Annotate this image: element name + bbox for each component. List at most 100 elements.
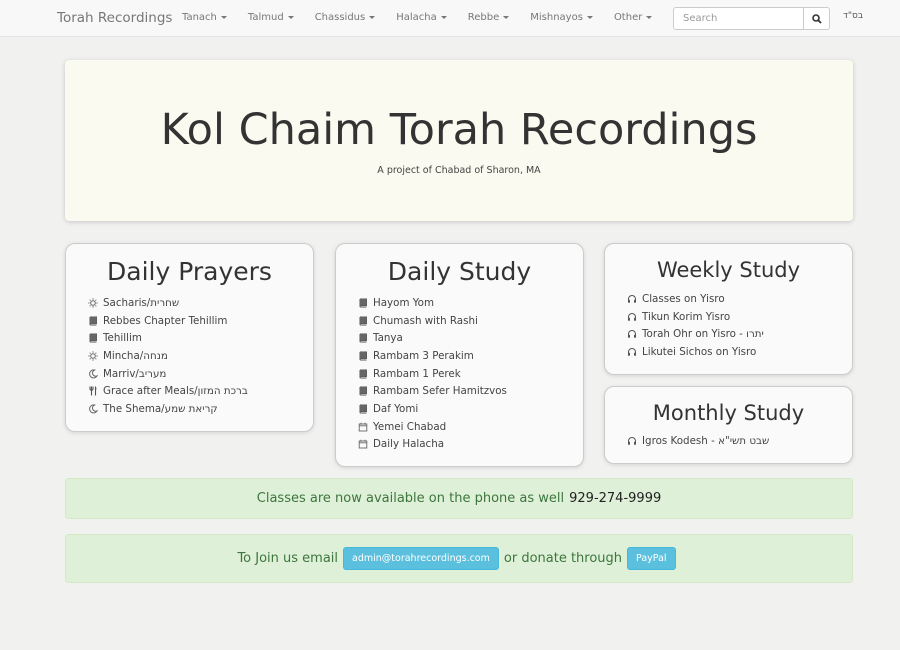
caret-down-icon (503, 15, 510, 19)
list-item-label: Rambam Sefer Hamitzvos (373, 385, 507, 398)
nav-item-label: Rebbe (467, 12, 500, 23)
list-item[interactable]: Marriv/מעריב (88, 365, 248, 383)
book-icon (88, 316, 98, 326)
search-button[interactable] (803, 7, 830, 30)
list-item[interactable]: Rambam 3 Perakim (358, 347, 507, 365)
book-icon (358, 404, 368, 414)
list-item-label: Mincha/מנחה (103, 349, 168, 362)
book-icon (358, 386, 368, 396)
caret-down-icon (440, 15, 447, 19)
list-item[interactable]: Sacharis/שחרית (88, 294, 248, 312)
nav-item-label: Other (613, 12, 643, 23)
phone-alert: Classes are now available on the phone a… (65, 478, 853, 519)
nav-item-other[interactable]: Other (613, 12, 653, 23)
list-item-label: Rambam 1 Perek (373, 367, 461, 380)
list-item[interactable]: Mincha/מנחה (88, 347, 248, 365)
calendar-icon (358, 439, 368, 449)
weekly-study-list: Classes on Yisro Tikun Korim Yisro Torah O… (627, 290, 764, 361)
cutlery-icon (88, 386, 98, 396)
daily-prayers-panel: Daily Prayers Sacharis/שחרית Rebbes Chapt… (65, 243, 314, 432)
book-icon (358, 351, 368, 361)
sun-icon (88, 298, 98, 308)
daily-study-list: Hayom Yom Chumash with Rashi Tanya Rambam 3… (358, 294, 507, 453)
bsd-text: בס"ד (843, 11, 864, 21)
monthly-study-title: Monthly Study (652, 401, 805, 425)
sun-icon (88, 351, 98, 361)
search-icon (811, 13, 822, 24)
caret-down-icon (220, 15, 227, 19)
nav-item-label: Talmud (247, 12, 284, 23)
headphones-icon (627, 312, 637, 322)
list-item-label: Marriv/מעריב (103, 367, 167, 380)
phone-number: 929-274-9999 (569, 491, 662, 506)
nav-item-talmud[interactable]: Talmud (248, 12, 294, 23)
hero-title: Kol Chaim Torah Recordings (160, 105, 758, 155)
monthly-study-list: Igros Kodesh - שבט תשי"א (627, 432, 769, 450)
list-item[interactable]: Hayom Yom (358, 294, 507, 312)
list-item[interactable]: Daily Halacha (358, 436, 507, 454)
headphones-icon (627, 329, 637, 339)
caret-down-icon (287, 15, 294, 19)
daily-prayers-list: Sacharis/שחרית Rebbes Chapter Tehillim Teh… (88, 294, 248, 418)
contact-alert: To Join us email admin@torahrecordings.c… (65, 534, 853, 583)
headphones-icon (627, 436, 637, 446)
nav-menu: Tanach Talmud Chassidus Halacha Rebbe Mi… (182, 12, 673, 23)
list-item[interactable]: Daf Yomi (358, 400, 507, 418)
list-item-label: Torah Ohr on Yisro - יתרו (642, 328, 764, 341)
list-item-label: Daf Yomi (373, 402, 419, 415)
list-item[interactable]: Yemei Chabad (358, 418, 507, 436)
list-item-label: Rebbes Chapter Tehillim (103, 314, 228, 327)
list-item[interactable]: Classes on Yisro (627, 290, 764, 308)
daily-study-panel: Daily Study Hayom Yom Chumash with Rashi T… (335, 243, 584, 467)
headphones-icon (627, 347, 637, 357)
caret-down-icon (586, 15, 593, 19)
list-item[interactable]: Tehillim (88, 329, 248, 347)
list-item[interactable]: Chumash with Rashi (358, 312, 507, 330)
nav-item-label: Mishnayos (530, 12, 583, 23)
nav-item-tanach[interactable]: Tanach (182, 12, 227, 23)
book-icon (88, 333, 98, 343)
headphones-icon (627, 294, 637, 304)
list-item-label: Igros Kodesh - שבט תשי"א (642, 434, 770, 447)
list-item[interactable]: Rebbes Chapter Tehillim (88, 312, 248, 330)
list-item-label: Tehillim (103, 332, 142, 345)
hero-jumbotron: Kol Chaim Torah Recordings A project of … (65, 60, 853, 221)
nav-item-mishnayos[interactable]: Mishnayos (530, 12, 593, 23)
list-item-label: Tanya (373, 332, 403, 345)
weekly-study-panel: Weekly Study Classes on Yisro Tikun Korim… (604, 243, 853, 375)
book-icon (358, 369, 368, 379)
hero-subtitle: A project of Chabad of Sharon, MA (377, 165, 541, 176)
daily-study-title: Daily Study (387, 257, 532, 286)
navbar-brand[interactable]: Torah Recordings (57, 10, 172, 26)
book-icon (358, 333, 368, 343)
weekly-study-title: Weekly Study (656, 258, 801, 282)
list-item[interactable]: Rambam 1 Perek (358, 365, 507, 383)
moon-icon (88, 369, 98, 379)
moon-icon (88, 404, 98, 414)
nav-item-chassidus[interactable]: Chassidus (315, 12, 376, 23)
calendar-icon (358, 422, 368, 432)
list-item[interactable]: Torah Ohr on Yisro - יתרו (627, 325, 764, 343)
list-item-label: Chumash with Rashi (373, 314, 478, 327)
nav-item-rebbe[interactable]: Rebbe (468, 12, 510, 23)
nav-item-halacha[interactable]: Halacha (396, 12, 447, 23)
list-item[interactable]: Rambam Sefer Hamitzvos (358, 382, 507, 400)
navbar: Torah Recordings Tanach Talmud Chassidus… (0, 0, 900, 37)
list-item-label: Sacharis/שחרית (103, 296, 180, 309)
list-item[interactable]: The Shema/קריאת שמע (88, 400, 248, 418)
email-button[interactable]: admin@torahrecordings.com (343, 547, 499, 570)
list-item[interactable]: Tikun Korim Yisro (627, 308, 764, 326)
caret-down-icon (646, 15, 653, 19)
list-item-label: Hayom Yom (373, 296, 435, 309)
contact-middle-text: or donate through (503, 551, 623, 566)
list-item[interactable]: Igros Kodesh - שבט תשי"א (627, 432, 769, 450)
nav-item-label: Chassidus (314, 12, 366, 23)
search-input[interactable] (673, 7, 804, 30)
list-item[interactable]: Likutei Sichos on Yisro (627, 343, 764, 361)
list-item[interactable]: Tanya (358, 329, 507, 347)
list-item-label: Tikun Korim Yisro (642, 310, 731, 323)
list-item[interactable]: Grace after Meals/ברכת המזון (88, 382, 248, 400)
paypal-button[interactable]: PayPal (627, 547, 676, 570)
caret-down-icon (369, 15, 376, 19)
list-item-label: Yemei Chabad (373, 420, 447, 433)
